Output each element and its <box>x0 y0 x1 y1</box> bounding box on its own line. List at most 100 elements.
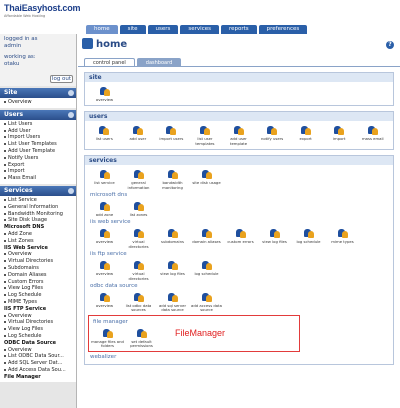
sidebar-section-site[interactable]: Site <box>0 88 76 98</box>
shortcut-custom-errors[interactable]: custom errors <box>224 226 257 249</box>
logo[interactable]: ThaiEasyhost.com Affordable Web Hosting <box>4 3 84 23</box>
sidebar-item-site-disk-usage[interactable]: Site Disk Usage <box>0 217 76 224</box>
shortcut-log-schedule[interactable]: log schedule <box>190 258 223 281</box>
tab-dashboard[interactable]: dashboard <box>136 58 182 66</box>
shortcut-set-default-permissions[interactable]: set default permissions <box>125 326 158 349</box>
shortcut-list-zones[interactable]: list zones <box>122 199 155 217</box>
icon-part <box>205 172 212 180</box>
shortcut-label: list odbc data sources <box>125 303 152 313</box>
sidebar-item-overview[interactable]: Overview <box>0 99 76 106</box>
sidebar-item-list-odbc-data-sour[interactable]: List ODBC Data Sour... <box>0 353 76 360</box>
shortcut-label: mass email <box>361 136 384 142</box>
nav-tab-reports[interactable]: reports <box>220 25 257 34</box>
shortcut-list-users[interactable]: list users <box>88 123 121 146</box>
sidebar-list: List Users Add User Import Users List User … <box>0 119 76 184</box>
shortcut-add-zone[interactable]: add zone <box>88 199 121 217</box>
panel-title: users <box>85 112 393 122</box>
sidebar-item-add-user-template[interactable]: Add User Template <box>0 148 76 155</box>
shortcut-add-sql-server-data-source[interactable]: add sql server data source <box>156 290 189 313</box>
virtual-directories-icon <box>133 259 145 271</box>
nav-tab-services[interactable]: services <box>180 25 219 34</box>
virtual-directories-icon <box>133 227 145 239</box>
sidebar-item-view-log-files[interactable]: View Log Files <box>0 326 76 333</box>
shortcut-overview[interactable]: overview <box>88 84 121 102</box>
help-icon[interactable]: ? <box>386 41 394 49</box>
nav-tab-home[interactable]: home <box>86 25 118 34</box>
shortcut-virtual-directories[interactable]: virtual directories <box>122 258 155 281</box>
shortcut-site-disk-usage[interactable]: site disk usage <box>190 167 223 190</box>
collapse-icon[interactable] <box>68 111 74 118</box>
sidebar-item-add-user[interactable]: Add User <box>0 128 76 135</box>
shortcut-overview[interactable]: overview <box>88 290 121 313</box>
nav-tab-preferences[interactable]: preferences <box>258 25 308 34</box>
shortcut-view-log-files[interactable]: view log files <box>258 226 291 249</box>
overview-icon <box>99 259 111 271</box>
sidebar-item-export[interactable]: Export <box>0 162 76 169</box>
sidebar-section-services[interactable]: Services <box>0 185 76 196</box>
sidebar-item-view-log-files[interactable]: View Log Files <box>0 285 76 292</box>
collapse-icon[interactable] <box>68 90 74 96</box>
shortcut-manage-files-and-folders[interactable]: manage files and folders <box>91 326 124 349</box>
sidebar-item-list-user-templates[interactable]: List User Templates <box>0 141 76 148</box>
sidebar-item-overview[interactable]: Overview <box>0 251 76 258</box>
sidebar-item-import-users[interactable]: Import Users <box>0 134 76 141</box>
sidebar-item-domain-aliases[interactable]: Domain Aliases <box>0 272 76 279</box>
shortcut-add-access-data-source[interactable]: add access data source <box>190 290 223 313</box>
sidebar-item-mass-email[interactable]: Mass Email <box>0 175 76 182</box>
sidebar-item-add-access-data-sou[interactable]: Add Access Data Sou... <box>0 367 76 374</box>
logout-button[interactable]: log out <box>50 75 73 83</box>
shortcut-list-service[interactable]: list service <box>88 167 121 190</box>
shortcut-overview[interactable]: overview <box>88 226 121 249</box>
sidebar-item-add-zone[interactable]: Add Zone <box>0 231 76 238</box>
sidebar-item-mime-types[interactable]: MIME Types <box>0 299 76 306</box>
shortcut-export[interactable]: export <box>289 123 322 146</box>
sidebar-item-general-information[interactable]: General Information <box>0 204 76 211</box>
sidebar-item-import[interactable]: Import <box>0 168 76 175</box>
sidebar-item-virtual-directories[interactable]: Virtual Directories <box>0 319 76 326</box>
shortcut-list-odbc-data-sources[interactable]: list odbc data sources <box>122 290 155 313</box>
tab-control-panel[interactable]: control panel <box>84 58 135 66</box>
sidebar-section-users[interactable]: Users <box>0 109 76 120</box>
nav-tab-site[interactable]: site <box>119 25 146 34</box>
shortcut-subdomains[interactable]: subdomains <box>156 226 189 249</box>
sidebar-item-list-service[interactable]: List Service <box>0 197 76 204</box>
shortcut-virtual-directories[interactable]: virtual directories <box>122 226 155 249</box>
shortcut-label: add access data source <box>191 303 222 313</box>
main-header: home ? <box>78 34 400 58</box>
shortcut-notify-users[interactable]: notify users <box>256 123 289 146</box>
shortcut-import-users[interactable]: import users <box>155 123 188 146</box>
shortcut-mime-types[interactable]: mime types <box>326 226 359 249</box>
shortcut-view-log-files[interactable]: view log files <box>156 258 189 281</box>
sidebar-item-virtual-directories[interactable]: Virtual Directories <box>0 258 76 265</box>
logo-title: ThaiEasyhost.com <box>4 3 81 13</box>
shortcut-bandwidth-monitoring[interactable]: bandwidth monitoring <box>156 167 189 190</box>
page-title: home <box>82 38 127 50</box>
sidebar-item-custom-errors[interactable]: Custom Errors <box>0 279 76 286</box>
shortcut-add-user-template[interactable]: add user template <box>222 123 255 146</box>
sidebar-item-log-schedule[interactable]: Log Schedule <box>0 292 76 299</box>
icon-part <box>103 231 110 239</box>
sidebar-item-subdomains[interactable]: Subdomains <box>0 265 76 272</box>
sidebar-item-list-users[interactable]: List Users <box>0 121 76 128</box>
shortcut-overview[interactable]: overview <box>88 258 121 281</box>
shortcut-general-information[interactable]: general information <box>122 167 155 190</box>
shortcut-log-schedule[interactable]: log schedule <box>292 226 325 249</box>
sidebar-item-bandwidth-monitoring[interactable]: Bandwidth Monitoring <box>0 211 76 218</box>
sidebar-item-list-zones[interactable]: List Zones <box>0 238 76 245</box>
shortcut-list-user-templates[interactable]: list user templates <box>189 123 222 146</box>
shortcut-import[interactable]: import <box>323 123 356 146</box>
sidebar-item-add-sql-server-dat[interactable]: Add SQL Server Dat... <box>0 360 76 367</box>
sidebar-item-overview[interactable]: Overview <box>0 347 76 354</box>
shortcut-mass-email[interactable]: mass email <box>357 123 390 146</box>
sidebar-item-log-schedule[interactable]: Log Schedule <box>0 333 76 340</box>
panel-body: overview <box>85 82 393 105</box>
collapse-icon[interactable] <box>68 187 74 194</box>
sidebar-item-overview[interactable]: Overview <box>0 313 76 320</box>
shortcut-label: export <box>299 136 312 142</box>
nav-tab-users[interactable]: users <box>147 25 179 34</box>
shortcut-domain-aliases[interactable]: domain aliases <box>190 226 223 249</box>
icon-part <box>140 330 147 338</box>
shortcut-add-user[interactable]: add user <box>122 123 155 146</box>
shortcut-label: overview <box>95 239 114 245</box>
sidebar-item-notify-users[interactable]: Notify Users <box>0 155 76 162</box>
